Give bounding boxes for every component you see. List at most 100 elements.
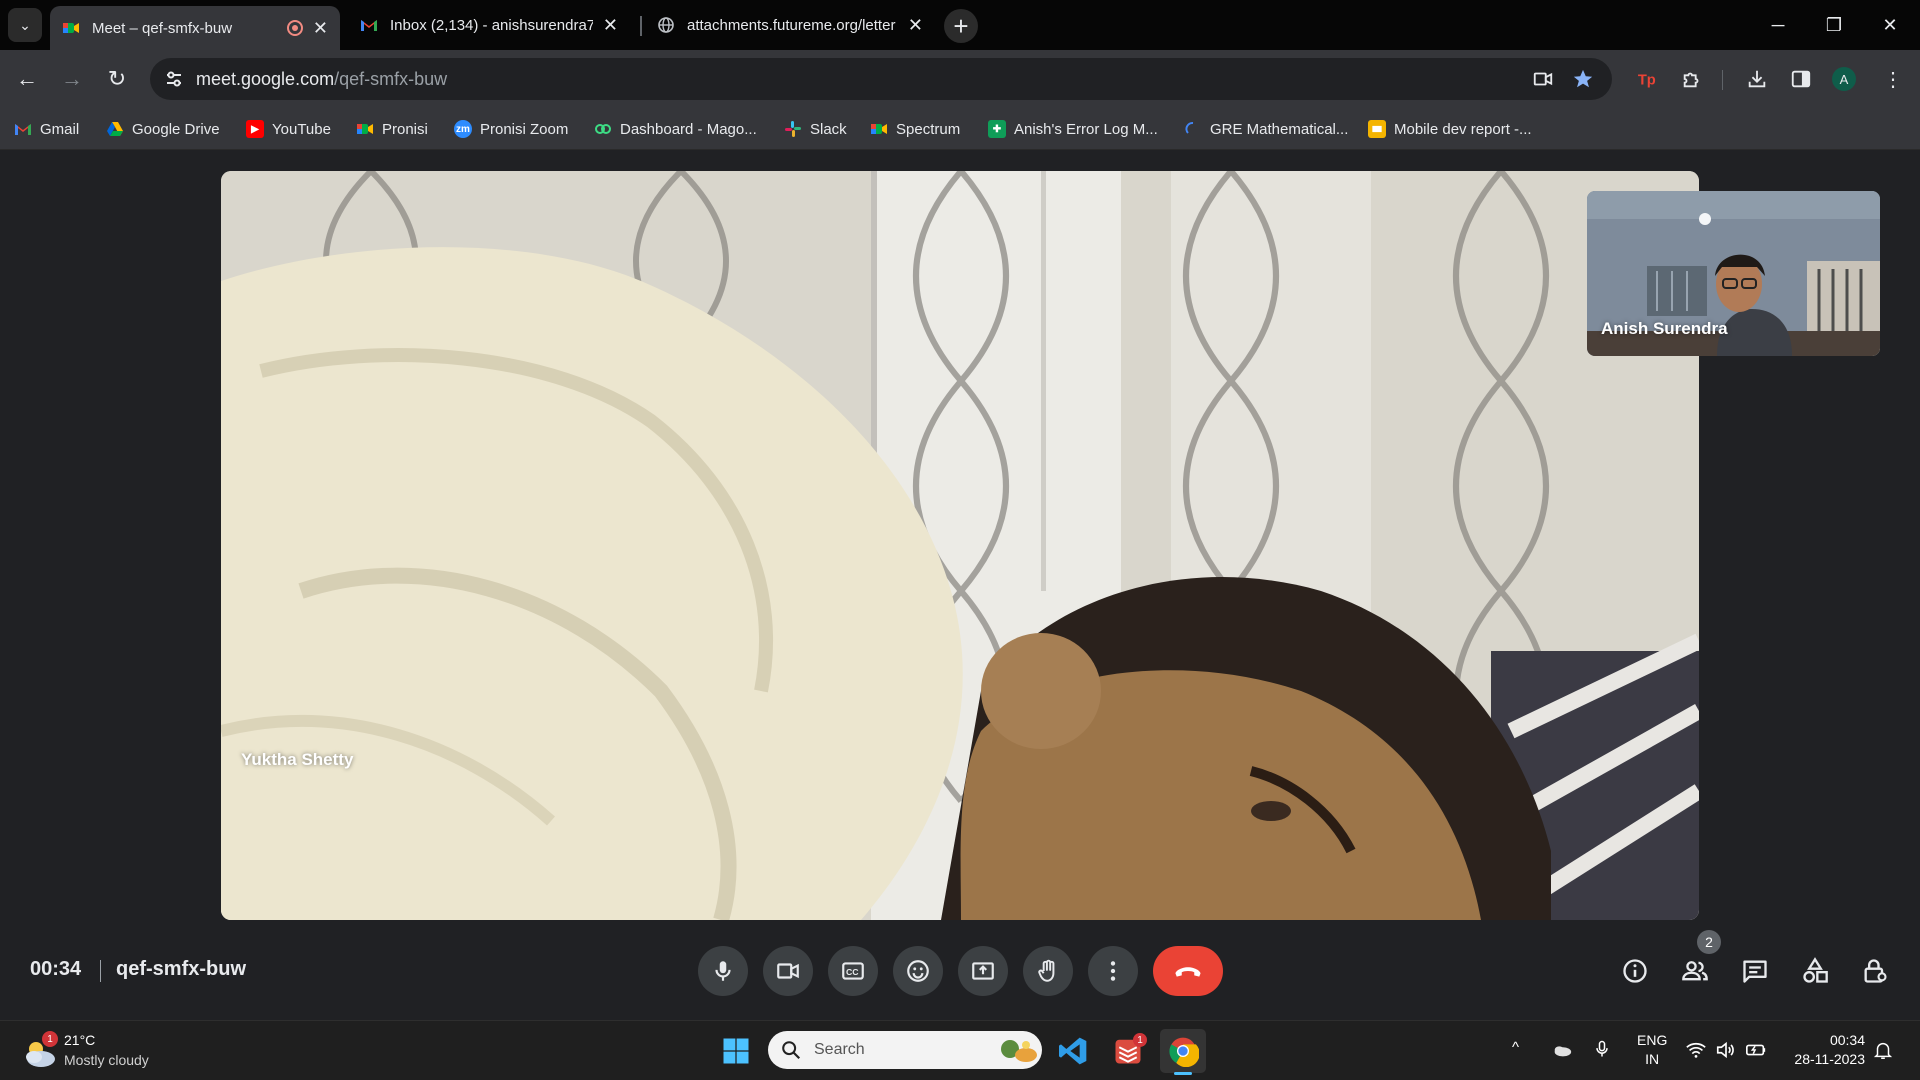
url-path: /qef-smfx-buw [334,69,448,89]
weather-widget[interactable]: 1 21°C Mostly cloudy [22,1031,182,1073]
bookmark-mobile-dev-report[interactable]: Mobile dev report -... [1368,116,1532,142]
extension-tp-icon[interactable]: Tp [1632,64,1662,94]
bookmark-label: YouTube [272,120,331,138]
bookmark-spectrum[interactable]: Spectrum [870,116,960,142]
minimize-button[interactable]: ─ [1750,8,1806,42]
region-code: IN [1645,1051,1660,1067]
notifications-icon[interactable] [1872,1039,1894,1065]
reload-button[interactable]: ↻ [101,63,133,95]
activities-button[interactable] [1795,951,1835,991]
google-slides-icon [1368,120,1386,138]
reactions-button[interactable] [893,946,943,996]
main-participant-video[interactable]: Yuktha Shetty [221,171,1699,920]
dashboard-icon [594,120,612,138]
people-button[interactable] [1675,951,1715,991]
leave-call-button[interactable] [1153,946,1223,996]
meeting-code: qef-smfx-buw [116,958,246,980]
url-host: meet.google.com [196,69,335,89]
tab-meet[interactable]: Meet – qef-smfx-buw ✕ [50,6,340,50]
network-icon[interactable] [1685,1039,1707,1065]
tab-futureme[interactable]: attachments.futureme.org/letter ✕ [645,6,935,44]
google-sheets-icon: ✚ [988,120,1006,138]
bookmark-error-log[interactable]: ✚ Anish's Error Log M... [988,116,1158,142]
bookmark-star-icon[interactable] [1568,64,1598,94]
bookmark-dashboard[interactable]: Dashboard - Mago... [594,116,757,142]
url-text[interactable]: meet.google.com/qef-smfx-buw [196,69,447,90]
chrome-icon [1169,1037,1199,1067]
taskbar-vscode[interactable] [1050,1029,1096,1073]
video-frame-image [221,171,1699,920]
bookmark-gre[interactable]: GRE Mathematical... [1184,116,1348,142]
profile-avatar[interactable]: A [1832,67,1856,91]
weather-temperature: 21°C [64,1032,96,1048]
bookmark-gmail[interactable]: Gmail [14,116,79,142]
close-window-button[interactable]: ✕ [1862,8,1918,42]
camera-button[interactable] [763,946,813,996]
more-options-button[interactable] [1088,946,1138,996]
tab-separator [640,16,642,36]
meeting-details-button[interactable] [1615,951,1655,991]
onedrive-icon[interactable] [1551,1039,1573,1065]
taskbar-search[interactable]: Search [768,1031,1042,1069]
taskbar-chrome[interactable] [1160,1029,1206,1075]
restore-button[interactable]: ❐ [1806,8,1862,42]
address-bar[interactable]: meet.google.com/qef-smfx-buw [150,58,1612,100]
vscode-icon [1059,1037,1087,1065]
close-icon[interactable]: ✕ [908,15,923,36]
bookmark-label: Spectrum [896,120,961,138]
microphone-button[interactable] [698,946,748,996]
self-view-tile[interactable]: Anish Surendra [1587,191,1880,356]
camera-in-use-icon[interactable] [1528,64,1558,94]
clock-date: 28-11-2023 [1794,1051,1865,1067]
google-drive-icon [106,120,124,138]
bookmark-pronisi-zoom[interactable]: zm Pronisi Zoom [454,116,568,142]
extensions-puzzle-icon[interactable] [1677,64,1707,94]
bookmark-label: Google Drive [132,120,220,138]
bookmark-pronisi[interactable]: Pronisi [356,116,428,142]
bookmark-youtube[interactable]: ▶ YouTube [246,116,331,142]
self-name-label: Anish Surendra [1601,319,1728,338]
tab-title: Inbox (2,134) - anishsurendra76 [390,16,593,34]
chevron-down-icon: ⌄ [19,16,31,33]
forward-button[interactable]: → [56,63,88,95]
svg-text:Tp: Tp [1638,73,1656,89]
tab-title: attachments.futureme.org/letter [687,16,896,34]
tab-inbox[interactable]: Inbox (2,134) - anishsurendra76 ✕ [348,6,630,44]
system-clock[interactable]: 00:34 28-11-2023 [1785,1031,1865,1069]
youtube-icon: ▶ [246,120,264,138]
zoom-icon: zm [454,120,472,138]
lock-person-icon [1864,959,1887,983]
clock-time: 00:34 [1829,1032,1865,1048]
host-controls-button[interactable] [1855,951,1895,991]
battery-icon[interactable] [1745,1039,1767,1065]
captions-button[interactable]: CC [828,946,878,996]
meet-control-bar: 00:34 qef-smfx-buw CC 2 [0,920,1920,1020]
download-icon[interactable] [1742,64,1772,94]
closed-captions-icon: CC [842,962,864,980]
start-button[interactable] [713,1029,759,1073]
tab-search-button[interactable]: ⌄ [8,8,42,42]
browser-tab-strip: ⌄ Meet – qef-smfx-buw ✕ Inbox (2,134) - … [0,0,1920,50]
volume-icon[interactable] [1715,1039,1737,1065]
svg-text:CC: CC [846,967,859,977]
bookmark-label: GRE Mathematical... [1210,120,1349,138]
new-tab-button[interactable]: + [944,9,978,43]
raise-hand-button[interactable] [1023,946,1073,996]
side-panel-icon[interactable] [1786,64,1816,94]
chat-button[interactable] [1735,951,1775,991]
close-icon[interactable]: ✕ [313,18,328,39]
bookmark-slack[interactable]: Slack [784,116,847,142]
present-screen-button[interactable] [958,946,1008,996]
microphone-icon [715,961,731,981]
language-indicator[interactable]: ENG IN [1637,1031,1667,1069]
more-menu-icon[interactable]: ⋮ [1878,64,1908,94]
raise-hand-icon [1038,959,1055,982]
site-info-icon[interactable] [164,69,184,89]
close-icon[interactable]: ✕ [603,15,618,36]
taskbar-todoist[interactable]: 1 [1105,1029,1151,1073]
show-hidden-icons[interactable]: ^ [1512,1039,1519,1056]
bookmark-google-drive[interactable]: Google Drive [106,116,220,142]
microphone-tray-icon[interactable] [1592,1039,1612,1063]
participant-name-label: Yuktha Shetty [241,750,354,769]
back-button[interactable]: ← [11,63,43,95]
